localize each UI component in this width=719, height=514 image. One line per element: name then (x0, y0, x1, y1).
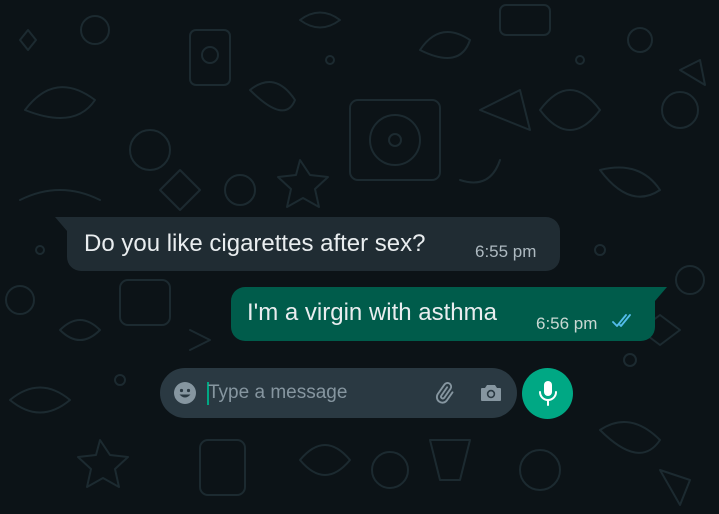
emoji-icon[interactable] (173, 381, 197, 410)
incoming-message[interactable]: Do you like cigarettes after sex? 6:55 p… (55, 217, 560, 271)
message-composer (160, 368, 517, 418)
microphone-icon (539, 381, 557, 406)
microphone-button[interactable] (522, 368, 573, 419)
message-text: I'm a virgin with asthma (247, 299, 497, 326)
paperclip-icon[interactable] (432, 381, 456, 410)
camera-icon[interactable] (479, 381, 503, 410)
message-text: Do you like cigarettes after sex? (84, 230, 426, 257)
message-timestamp: 6:55 pm (475, 242, 537, 261)
bubble-tail (655, 287, 667, 301)
outgoing-message[interactable]: I'm a virgin with asthma 6:56 pm (231, 287, 667, 341)
bubble-tail (55, 217, 67, 231)
message-input[interactable] (208, 378, 418, 408)
read-receipt-icon (612, 314, 634, 333)
message-timestamp: 6:56 pm (536, 314, 598, 333)
